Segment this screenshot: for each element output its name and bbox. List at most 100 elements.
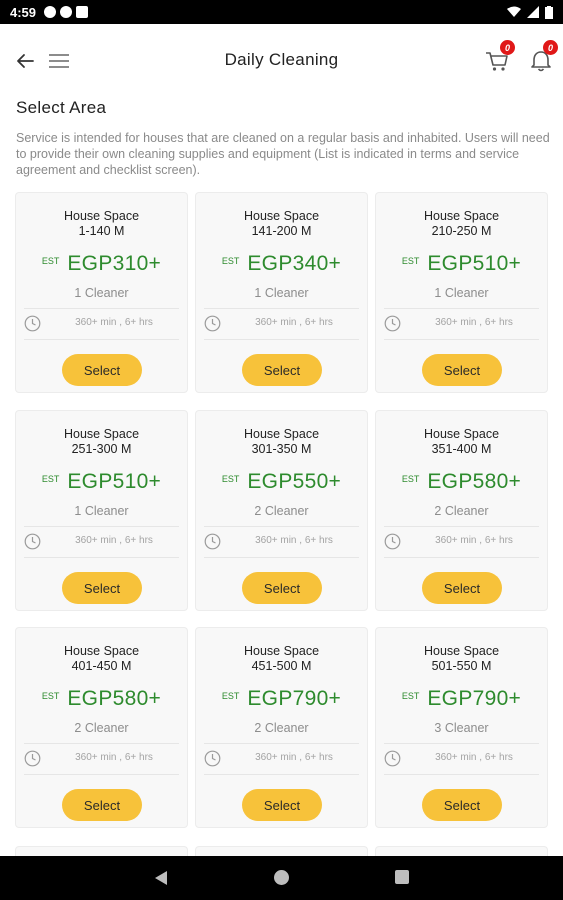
nav-recents-icon[interactable] (395, 870, 409, 884)
price-row: EST EGP510+ (376, 252, 547, 276)
duration: 360+ min , 6+ hrs (435, 752, 513, 763)
clock-icon (204, 750, 221, 767)
select-button[interactable]: Select (62, 572, 142, 604)
duration: 360+ min , 6+ hrs (255, 317, 333, 328)
select-button[interactable]: Select (242, 354, 322, 386)
wifi-icon (507, 6, 521, 17)
divider (384, 774, 539, 775)
nav-back-icon[interactable] (154, 870, 168, 886)
est-label: EST (401, 691, 420, 701)
price: EGP510+ (67, 470, 162, 493)
duration: 360+ min , 6+ hrs (255, 752, 333, 763)
area-card[interactable]: House Space 301-350 M EST EGP550+ 2 Cleaner 3… (195, 410, 368, 611)
area-card[interactable]: House Space 251-300 M EST EGP510+ 1 Cleaner 3… (15, 410, 188, 611)
divider (204, 526, 359, 527)
clock-icon (24, 750, 41, 767)
house-space-label: House Space 501-550 M (423, 644, 500, 673)
divider (384, 339, 539, 340)
price: EGP340+ (247, 252, 342, 275)
duration: 360+ min , 6+ hrs (435, 317, 513, 328)
duration: 360+ min , 6+ hrs (255, 535, 333, 546)
select-button[interactable]: Select (422, 789, 502, 821)
duration: 360+ min , 6+ hrs (75, 317, 153, 328)
divider (204, 743, 359, 744)
house-space-range: 251-300 M (71, 442, 132, 456)
divider (24, 743, 179, 744)
est-label: EST (41, 474, 60, 484)
house-space-range: 351-400 M (431, 442, 492, 456)
price-row: EST EGP790+ (196, 687, 367, 711)
price-row: EST EGP510+ (16, 470, 187, 494)
est-label: EST (41, 256, 60, 266)
house-space-label: House Space 210-250 M (423, 209, 500, 238)
divider (384, 557, 539, 558)
price-row: EST EGP580+ (376, 470, 547, 494)
page-title: Daily Cleaning (224, 50, 339, 69)
area-card[interactable]: House Space 210-250 M EST EGP510+ 1 Cleaner 3… (375, 192, 548, 393)
cleaner-count: 2 Cleaner (254, 504, 309, 518)
battery-icon (545, 5, 553, 19)
clock-icon (24, 533, 41, 550)
est-label: EST (221, 474, 240, 484)
app-bar: Daily Cleaning 0 0 (0, 24, 563, 98)
clock-icon (204, 315, 221, 332)
select-button[interactable]: Select (62, 354, 142, 386)
select-button[interactable]: Select (242, 789, 322, 821)
price: EGP510+ (427, 252, 522, 275)
clock-icon (384, 315, 401, 332)
house-space-range: 501-550 M (431, 659, 492, 673)
price: EGP790+ (247, 687, 342, 710)
est-label: EST (221, 691, 240, 701)
house-space-label: House Space 141-200 M (243, 209, 320, 238)
area-card[interactable]: House Space 351-400 M EST EGP580+ 2 Cleaner 3… (375, 410, 548, 611)
area-card[interactable]: House Space 401-450 M EST EGP580+ 2 Cleaner 3… (15, 627, 188, 828)
house-space-range: 301-350 M (251, 442, 312, 456)
price: EGP580+ (427, 470, 522, 493)
price: EGP580+ (67, 687, 162, 710)
select-button[interactable]: Select (422, 354, 502, 386)
sim-icon (76, 6, 89, 18)
duration: 360+ min , 6+ hrs (75, 535, 153, 546)
divider (24, 339, 179, 340)
area-card[interactable]: House Space 501-550 M EST EGP790+ 3 Cleaner 3… (375, 627, 548, 828)
select-button[interactable]: Select (62, 789, 142, 821)
select-button[interactable]: Select (242, 572, 322, 604)
house-space-range: 401-450 M (71, 659, 132, 673)
status-time: 4:59 (10, 4, 37, 20)
area-card[interactable]: House Space 1-140 M EST EGP310+ 1 Cleaner 360… (15, 192, 188, 393)
house-space-range: 1-140 M (78, 224, 125, 238)
house-space-range: 210-250 M (431, 224, 492, 238)
house-space-label: House Space 251-300 M (63, 427, 140, 456)
price-row: EST EGP790+ (376, 687, 547, 711)
status-bar: 4:59 (0, 0, 563, 24)
app-icon (60, 6, 73, 18)
est-label: EST (401, 474, 420, 484)
cleaner-count: 1 Cleaner (74, 286, 129, 300)
house-space-range: 451-500 M (251, 659, 312, 673)
price: EGP310+ (67, 252, 162, 275)
divider (384, 308, 539, 309)
area-card[interactable]: House Space 141-200 M EST EGP340+ 1 Cleaner 3… (195, 192, 368, 393)
area-card[interactable]: House Space 451-500 M EST EGP790+ 2 Cleaner 3… (195, 627, 368, 828)
divider (24, 308, 179, 309)
price-row: EST EGP550+ (196, 470, 367, 494)
cleaner-count: 2 Cleaner (74, 721, 129, 735)
divider (204, 557, 359, 558)
price: EGP790+ (427, 687, 522, 710)
est-label: EST (41, 691, 60, 701)
clock-icon (24, 315, 41, 332)
clock-icon (384, 533, 401, 550)
divider (24, 774, 179, 775)
price-row: EST EGP340+ (196, 252, 367, 276)
cleaner-count: 1 Cleaner (254, 286, 309, 300)
house-space-label: House Space 351-400 M (423, 427, 500, 456)
price-row: EST EGP580+ (16, 687, 187, 711)
signal-icon (527, 6, 539, 18)
select-button[interactable]: Select (422, 572, 502, 604)
divider (24, 557, 179, 558)
nav-home-icon[interactable] (274, 870, 289, 885)
cleaner-count: 3 Cleaner (434, 721, 489, 735)
divider (204, 308, 359, 309)
cleaner-count: 2 Cleaner (434, 504, 489, 518)
section-title: Select Area (16, 98, 107, 117)
